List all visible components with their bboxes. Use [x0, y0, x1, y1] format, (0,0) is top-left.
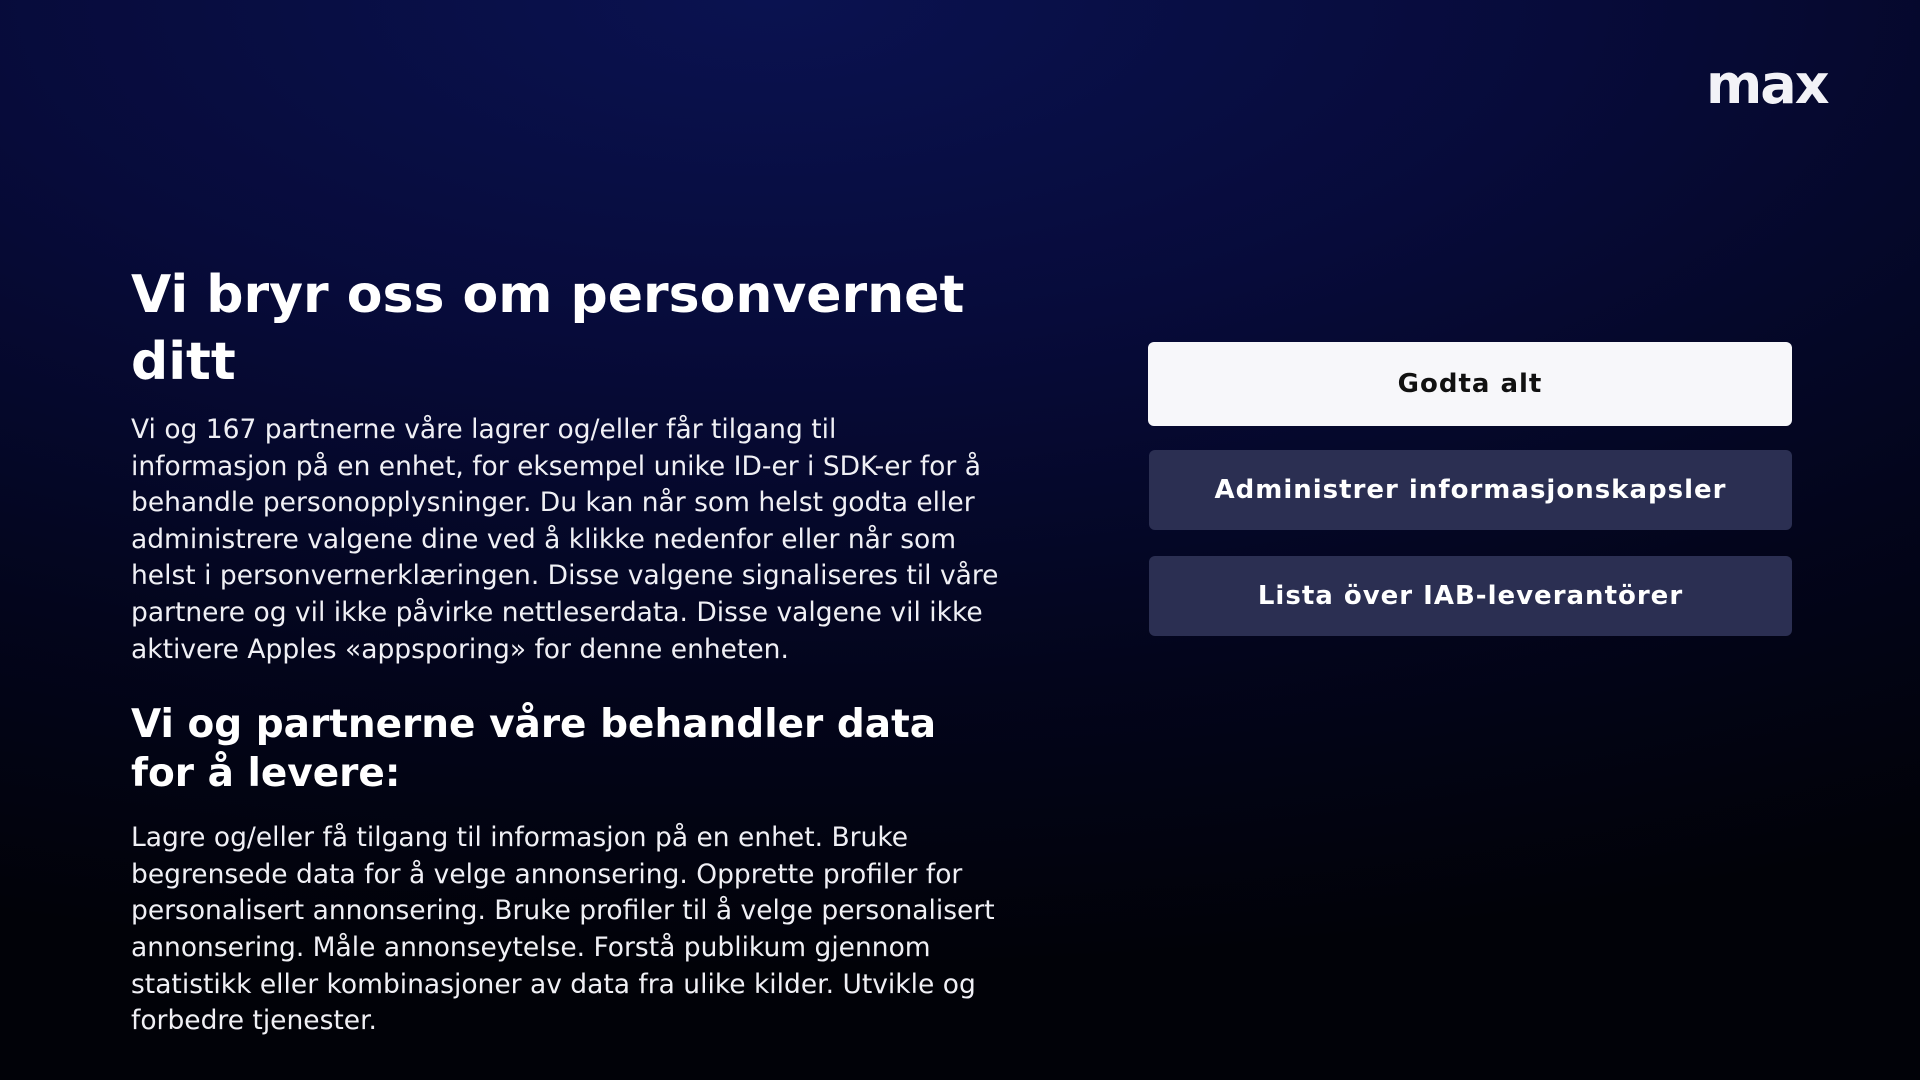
- purposes-heading: Vi og partnerne våre behandler data for …: [131, 702, 937, 797]
- accept-all-button[interactable]: Godta alt: [1148, 342, 1792, 426]
- consent-description: Vi og 167 partnerne våre lagrer og/eller…: [131, 414, 999, 665]
- purposes-text: Lagre og/eller få tilgang til informasjo…: [131, 822, 995, 1037]
- max-logo: max: [1706, 53, 1830, 116]
- manage-cookies-button[interactable]: Administrer informasjonskapsler: [1149, 450, 1792, 530]
- consent-content: Vi bryr oss om personvernet ditt Vi og 1…: [131, 262, 1001, 1040]
- page-title: Vi bryr oss om personvernet ditt: [131, 265, 965, 392]
- iab-vendors-button[interactable]: Lista över IAB-leverantörer: [1149, 556, 1792, 636]
